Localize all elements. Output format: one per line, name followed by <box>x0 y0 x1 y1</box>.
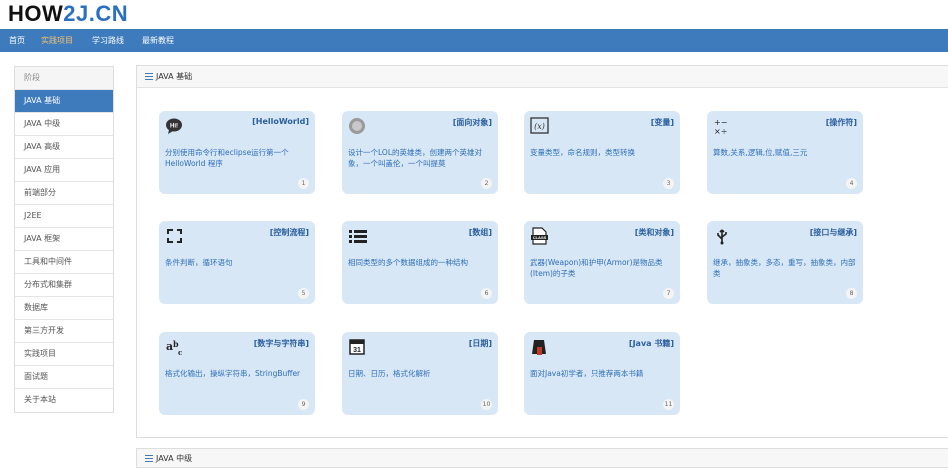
operators-icon: +−×÷ <box>714 118 727 135</box>
svg-text:CLASS: CLASS <box>533 235 547 240</box>
card-title: [日期] <box>468 339 492 348</box>
book-icon <box>532 340 546 355</box>
list-icon <box>349 230 367 243</box>
panel-header: JAVA 基础 <box>137 66 948 88</box>
card-title: [类和对象] <box>634 228 674 237</box>
svg-text:(x): (x) <box>534 122 545 131</box>
card-date[interactable]: 31 [日期] 日期、日历，格式化解析 10 <box>342 332 498 415</box>
card-description: 相同类型的多个数据组成的一种结构 <box>348 258 468 267</box>
card-number: 2 <box>481 178 492 189</box>
calendar-icon: 31 <box>349 339 365 355</box>
nav-home[interactable]: 首页 <box>9 29 25 52</box>
sidebar-item-tools-middleware[interactable]: 工具和中间件 <box>15 251 113 274</box>
card-title: [数字与字符串] <box>253 339 309 348</box>
variable-x-icon: (x) <box>530 117 549 134</box>
sidebar-item-frontend[interactable]: 前端部分 <box>15 182 113 205</box>
card-title: [数组] <box>468 228 492 237</box>
sidebar-item-third-party[interactable]: 第三方开发 <box>15 320 113 343</box>
sidebar-item-java-application[interactable]: JAVA 应用 <box>15 159 113 182</box>
card-number: 5 <box>298 288 309 299</box>
usb-icon <box>717 229 727 245</box>
card-array[interactable]: [数组] 相同类型的多个数据组成的一种结构 6 <box>342 221 498 304</box>
card-title: [变量] <box>650 118 674 127</box>
sidebar-item-java-advanced[interactable]: JAVA 高级 <box>15 136 113 159</box>
card-title: [接口与继承] <box>809 228 857 237</box>
sidebar-item-projects[interactable]: 实践项目 <box>15 343 113 366</box>
nav-latest-tutorials[interactable]: 最新教程 <box>142 29 174 52</box>
site-logo[interactable]: HOW2J.CN <box>8 2 128 26</box>
top-navbar: 首页 实践项目 学习路线 最新教程 <box>0 29 948 52</box>
svg-text:31: 31 <box>353 347 361 354</box>
logo-text-cn: .CN <box>88 1 129 26</box>
card-helloworld[interactable]: Hi! [HelloWorld] 分别使用命令行和eclipse运行第一个Hel… <box>159 111 315 194</box>
card-number: 10 <box>481 399 492 410</box>
card-description: 变量类型，命名规则，类型转换 <box>530 148 635 157</box>
card-operators[interactable]: +− ×÷ [操作符] 算数,关系,逻辑,位,赋值,三元 4 <box>707 111 863 194</box>
sidebar: 阶段 JAVA 基础 JAVA 中级 JAVA 高级 JAVA 应用 前端部分 … <box>14 66 114 413</box>
logo-text-2j: 2J <box>63 1 89 26</box>
card-description: 设计一个LOL的英雄类，创建两个英雄对象，一个叫盖伦，一个叫提莫 <box>348 148 482 168</box>
abc-icon: a bc <box>166 339 182 356</box>
card-title: [Java 书籍] <box>628 339 674 348</box>
card-title: [控制流程] <box>269 228 309 237</box>
card-numbers-strings[interactable]: abc [数字与字符串] 格式化输出，操纵字符串，StringBuffer 9 <box>159 332 315 415</box>
hero-avatar-icon <box>349 118 365 134</box>
panel-title: JAVA 基础 <box>156 72 193 81</box>
card-description: 算数,关系,逻辑,位,赋值,三元 <box>713 148 808 157</box>
sidebar-item-j2ee[interactable]: J2EE <box>15 205 113 228</box>
list-icon <box>145 455 153 462</box>
sidebar-item-distributed-cluster[interactable]: 分布式和集群 <box>15 274 113 297</box>
java-intermediate-panel: JAVA 中级 <box>136 448 948 468</box>
card-number: 8 <box>846 288 857 299</box>
loop-arrows-icon <box>167 229 182 243</box>
card-description: 武器(Weapon)和护甲(Armor)是物品类(Item)的子类 <box>530 258 663 278</box>
sidebar-item-interview[interactable]: 面试题 <box>15 366 113 389</box>
card-title: [操作符] <box>825 118 857 127</box>
card-class-object[interactable]: CLASS [类和对象] 武器(Weapon)和护甲(Armor)是物品类(It… <box>524 221 680 304</box>
card-java-books[interactable]: [Java 书籍] 面对Java初学者，只推荐两本书籍 11 <box>524 332 680 415</box>
sidebar-item-java-basic[interactable]: JAVA 基础 <box>15 90 113 113</box>
card-title: [面向对象] <box>452 118 492 127</box>
nav-projects[interactable]: 实践项目 <box>41 29 73 52</box>
card-description: 分别使用命令行和eclipse运行第一个HelloWorld 程序 <box>165 148 289 168</box>
class-file-icon: CLASS <box>531 227 548 245</box>
svg-text:×÷: ×÷ <box>714 127 727 135</box>
sidebar-item-java-intermediate[interactable]: JAVA 中级 <box>15 113 113 136</box>
sidebar-item-database[interactable]: 数据库 <box>15 297 113 320</box>
svg-text:+−: +− <box>714 118 727 127</box>
sidebar-header: 阶段 <box>15 67 113 90</box>
card-number: 1 <box>298 178 309 189</box>
svg-text:c: c <box>178 348 182 356</box>
card-oop[interactable]: [面向对象] 设计一个LOL的英雄类，创建两个英雄对象，一个叫盖伦，一个叫提莫 … <box>342 111 498 194</box>
card-number: 4 <box>846 178 857 189</box>
card-description: 继承，抽象类，多态，重写，抽象类，内部类 <box>713 258 856 278</box>
card-variable[interactable]: (x) [变量] 变量类型，命名规则，类型转换 3 <box>524 111 680 194</box>
sidebar-item-java-framework[interactable]: JAVA 框架 <box>15 228 113 251</box>
logo-text-how: HOW <box>8 1 64 26</box>
card-title: [HelloWorld] <box>252 117 309 126</box>
card-description: 条件判断，循环语句 <box>165 258 233 267</box>
card-control-flow[interactable]: [控制流程] 条件判断，循环语句 5 <box>159 221 315 304</box>
sidebar-item-about[interactable]: 关于本站 <box>15 389 113 412</box>
card-interface-inheritance[interactable]: [接口与继承] 继承，抽象类，多态，重写，抽象类，内部类 8 <box>707 221 863 304</box>
nav-learning-path[interactable]: 学习路线 <box>92 29 124 52</box>
card-number: 7 <box>663 288 674 299</box>
card-description: 面对Java初学者，只推荐两本书籍 <box>530 369 644 378</box>
list-icon <box>145 73 153 80</box>
svg-text:Hi!: Hi! <box>170 124 178 130</box>
card-number: 9 <box>298 399 309 410</box>
card-number: 11 <box>663 399 674 410</box>
card-number: 3 <box>663 178 674 189</box>
hi-speech-bubble-icon: Hi! <box>166 118 182 134</box>
card-description: 格式化输出，操纵字符串，StringBuffer <box>165 369 301 378</box>
card-number: 6 <box>481 288 492 299</box>
card-description: 日期、日历，格式化解析 <box>348 369 431 378</box>
